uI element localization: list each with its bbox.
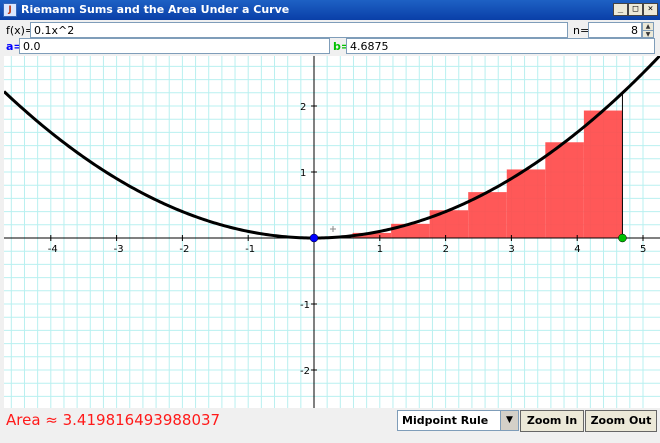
y-tick-label: -2 <box>300 366 310 377</box>
maximize-button[interactable]: □ <box>628 3 643 16</box>
method-selected-value: Midpoint Rule <box>402 414 489 427</box>
chevron-down-icon[interactable]: ▼ <box>500 411 518 430</box>
crosshair-cursor-icon <box>330 226 336 232</box>
zoom-in-button[interactable]: Zoom In <box>520 410 584 432</box>
spinner-up-icon[interactable]: ▲ <box>643 23 653 31</box>
a-point-marker <box>309 233 319 243</box>
minimize-button[interactable]: _ <box>613 3 628 16</box>
n-label: n= <box>573 24 590 37</box>
riemann-rectangle <box>545 142 584 238</box>
close-button[interactable]: × <box>643 3 658 16</box>
app-window: J Riemann Sums and the Area Under a Curv… <box>0 0 660 443</box>
window-title: Riemann Sums and the Area Under a Curve <box>21 3 290 16</box>
x-tick-label: 2 <box>443 244 449 255</box>
y-tick-label: 1 <box>300 168 306 179</box>
x-tick-label: 4 <box>574 244 580 255</box>
graph-canvas[interactable]: -4 -3 -2 -1 1 2 3 4 5 2 1 -1 -2 <box>4 56 660 408</box>
method-dropdown[interactable]: Midpoint Rule ▼ <box>397 410 519 431</box>
a-input[interactable] <box>19 38 330 54</box>
riemann-rectangle <box>583 110 623 238</box>
x-tick-label: -1 <box>245 244 255 255</box>
y-tick-label: -1 <box>300 300 310 311</box>
b-input[interactable] <box>346 38 655 54</box>
java-app-icon: J <box>3 3 17 17</box>
x-tick-label: -4 <box>48 244 58 255</box>
riemann-rectangle <box>391 223 430 238</box>
x-tick-label: -2 <box>179 244 189 255</box>
zoom-out-button[interactable]: Zoom Out <box>585 410 657 432</box>
b-point-marker <box>618 233 627 243</box>
x-tick-label: -3 <box>114 244 124 255</box>
riemann-rectangle <box>506 169 546 238</box>
x-tick-label: 3 <box>508 244 514 255</box>
n-input[interactable] <box>588 22 642 38</box>
n-spinner[interactable]: ▲ ▼ <box>642 22 654 38</box>
x-tick-label: 5 <box>640 244 646 255</box>
riemann-plot[interactable]: -4 -3 -2 -1 1 2 3 4 5 2 1 -1 -2 <box>4 56 660 408</box>
area-readout: Area ≈ 3.419816493988037 <box>6 411 221 429</box>
title-bar[interactable]: J Riemann Sums and the Area Under a Curv… <box>0 0 660 20</box>
spinner-down-icon[interactable]: ▼ <box>643 31 653 38</box>
y-tick-label: 2 <box>300 102 306 113</box>
function-input[interactable] <box>30 22 568 38</box>
x-tick-label: 1 <box>377 244 383 255</box>
